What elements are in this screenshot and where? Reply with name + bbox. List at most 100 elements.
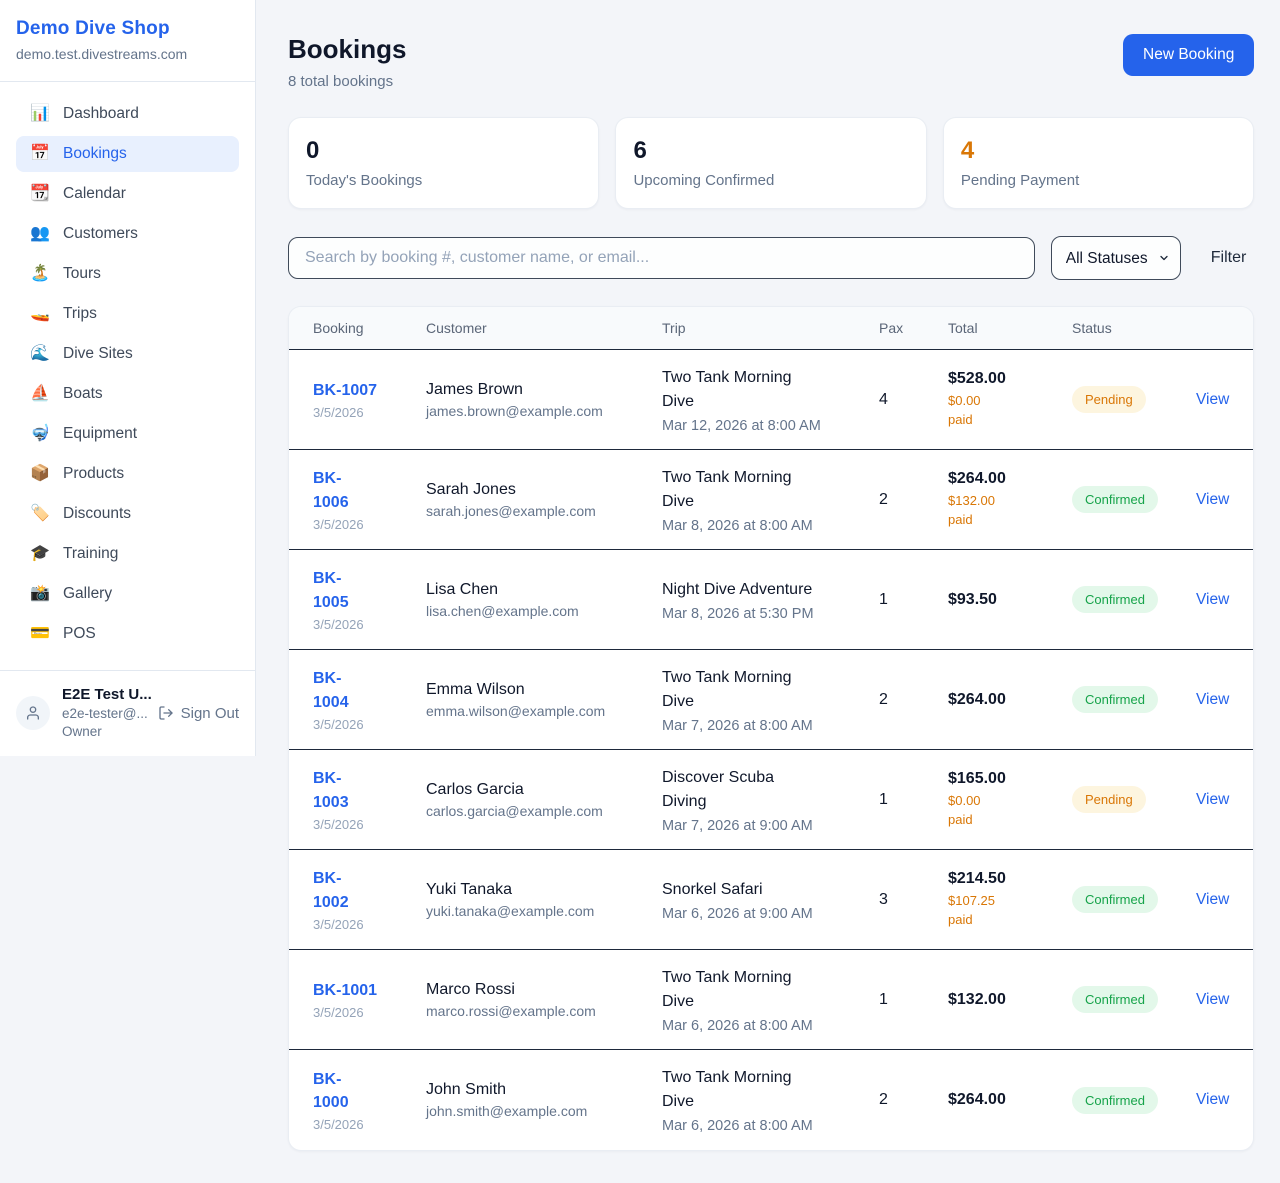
sidebar-header: Demo Dive Shop demo.test.divestreams.com bbox=[0, 0, 255, 82]
booking-id-link[interactable]: BK- 1004 bbox=[313, 667, 349, 713]
sidebar-item-calendar[interactable]: 📆 Calendar bbox=[16, 176, 239, 212]
view-link[interactable]: View bbox=[1196, 991, 1229, 1008]
booking-id-link[interactable]: BK-1001 bbox=[313, 979, 377, 1002]
app-domain: demo.test.divestreams.com bbox=[16, 46, 239, 62]
booking-id-link[interactable]: BK- 1000 bbox=[313, 1068, 349, 1114]
filter-button[interactable]: Filter bbox=[1197, 249, 1255, 267]
booking-id-link[interactable]: BK- 1003 bbox=[313, 767, 349, 813]
booking-date: 3/5/2026 bbox=[313, 617, 426, 632]
search-input[interactable] bbox=[288, 237, 1035, 279]
user-name: E2E Test U... bbox=[62, 685, 146, 705]
pax-count: 1 bbox=[879, 591, 948, 609]
view-link[interactable]: View bbox=[1196, 891, 1229, 908]
paid-amount: $132.00 paid bbox=[948, 492, 1008, 528]
sidebar-item-dashboard[interactable]: 📊 Dashboard bbox=[16, 96, 239, 132]
trip-name: Two Tank Morning Dive bbox=[662, 666, 879, 714]
booking-id-link[interactable]: BK- 1002 bbox=[313, 867, 349, 913]
trip-datetime: Mar 6, 2026 at 9:00 AM bbox=[662, 906, 879, 922]
sidebar-item-pos[interactable]: 💳 POS bbox=[16, 616, 239, 652]
customer-name: Lisa Chen bbox=[426, 581, 662, 599]
booking-date: 3/5/2026 bbox=[313, 1117, 426, 1132]
stat-value: 0 bbox=[306, 137, 581, 165]
table-body: BK-1007 3/5/2026 James Brown james.brown… bbox=[289, 350, 1253, 1150]
view-link[interactable]: View bbox=[1196, 491, 1229, 508]
bar-chart-icon: 📊 bbox=[30, 106, 50, 122]
customer-name: Marco Rossi bbox=[426, 981, 662, 999]
customer-name: John Smith bbox=[426, 1081, 662, 1099]
user-role: Owner bbox=[62, 723, 146, 741]
sidebar-item-boats[interactable]: ⛵ Boats bbox=[16, 376, 239, 412]
total-amount: $264.00 bbox=[948, 691, 1072, 709]
sidebar-item-products[interactable]: 📦 Products bbox=[16, 456, 239, 492]
app-title: Demo Dive Shop bbox=[16, 18, 239, 40]
sidebar-item-trips[interactable]: 🚤 Trips bbox=[16, 296, 239, 332]
sidebar-item-equipment[interactable]: 🤿 Equipment bbox=[16, 416, 239, 452]
booking-id-link[interactable]: BK- 1005 bbox=[313, 567, 349, 613]
sidebar-item-bookings[interactable]: 📅 Bookings bbox=[16, 136, 239, 172]
sailboat-icon: ⛵ bbox=[30, 386, 50, 402]
tear-off-calendar-icon: 📆 bbox=[30, 186, 50, 202]
customer-name: Carlos Garcia bbox=[426, 781, 662, 799]
table-row: BK- 1004 3/5/2026 Emma Wilson emma.wilso… bbox=[289, 650, 1253, 750]
page-header: Bookings 8 total bookings New Booking bbox=[288, 34, 1254, 90]
sign-out-button[interactable]: Sign Out bbox=[158, 705, 239, 722]
column-header-trip: Trip bbox=[662, 307, 879, 349]
table-row: BK- 1005 3/5/2026 Lisa Chen lisa.chen@ex… bbox=[289, 550, 1253, 650]
booking-date: 3/5/2026 bbox=[313, 917, 426, 932]
trip-name: Snorkel Safari bbox=[662, 878, 879, 902]
booking-id-link[interactable]: BK-1007 bbox=[313, 379, 377, 402]
trip-name: Two Tank Morning Dive bbox=[662, 466, 879, 514]
customer-name: Yuki Tanaka bbox=[426, 881, 662, 899]
customer-name: James Brown bbox=[426, 381, 662, 399]
sidebar-item-discounts[interactable]: 🏷️ Discounts bbox=[16, 496, 239, 532]
main-content: Bookings 8 total bookings New Booking 0 … bbox=[256, 0, 1280, 1183]
trip-name: Two Tank Morning Dive bbox=[662, 366, 879, 414]
view-link[interactable]: View bbox=[1196, 791, 1229, 808]
island-icon: 🏝️ bbox=[30, 266, 50, 282]
sign-out-label: Sign Out bbox=[181, 705, 239, 722]
table-row: BK-1001 3/5/2026 Marco Rossi marco.rossi… bbox=[289, 950, 1253, 1050]
package-icon: 📦 bbox=[30, 466, 50, 482]
total-amount: $165.00 bbox=[948, 770, 1072, 788]
column-header-total: Total bbox=[948, 307, 1072, 349]
status-filter-select[interactable]: All Statuses bbox=[1051, 236, 1181, 280]
sidebar-item-label: POS bbox=[63, 625, 96, 643]
status-badge: Pending bbox=[1072, 386, 1146, 413]
pax-count: 3 bbox=[879, 891, 948, 909]
user-icon bbox=[25, 705, 41, 721]
column-header-status: Status bbox=[1072, 307, 1196, 349]
pax-count: 2 bbox=[879, 691, 948, 709]
user-email: e2e-tester@... bbox=[62, 705, 146, 723]
stats-cards: 0 Today's Bookings 6 Upcoming Confirmed … bbox=[288, 117, 1254, 209]
view-link[interactable]: View bbox=[1196, 1091, 1229, 1108]
paid-amount: $0.00 paid bbox=[948, 792, 1008, 828]
calendar-icon: 📅 bbox=[30, 146, 50, 162]
paid-amount: $107.25 paid bbox=[948, 892, 1008, 928]
sidebar-item-label: Equipment bbox=[63, 425, 137, 443]
sidebar-nav: 📊 Dashboard 📅 Bookings 📆 Calendar 👥 Cust… bbox=[0, 82, 255, 670]
sidebar-item-customers[interactable]: 👥 Customers bbox=[16, 216, 239, 252]
status-badge: Confirmed bbox=[1072, 986, 1158, 1013]
sidebar-item-tours[interactable]: 🏝️ Tours bbox=[16, 256, 239, 292]
customer-email: marco.rossi@example.com bbox=[426, 1003, 662, 1019]
total-amount: $264.00 bbox=[948, 1091, 1072, 1109]
view-link[interactable]: View bbox=[1196, 691, 1229, 708]
sidebar-item-gallery[interactable]: 📸 Gallery bbox=[16, 576, 239, 612]
booking-date: 3/5/2026 bbox=[313, 517, 426, 532]
booking-id-link[interactable]: BK- 1006 bbox=[313, 467, 349, 513]
trip-datetime: Mar 8, 2026 at 5:30 PM bbox=[662, 606, 879, 622]
sidebar-item-dive-sites[interactable]: 🌊 Dive Sites bbox=[16, 336, 239, 372]
status-badge: Confirmed bbox=[1072, 686, 1158, 713]
pax-count: 1 bbox=[879, 791, 948, 809]
sidebar-item-training[interactable]: 🎓 Training bbox=[16, 536, 239, 572]
stat-card: 6 Upcoming Confirmed bbox=[615, 117, 926, 209]
customer-name: Emma Wilson bbox=[426, 681, 662, 699]
sidebar-item-label: Bookings bbox=[63, 145, 127, 163]
view-link[interactable]: View bbox=[1196, 391, 1229, 408]
table-row: BK- 1000 3/5/2026 John Smith john.smith@… bbox=[289, 1050, 1253, 1150]
customer-email: lisa.chen@example.com bbox=[426, 603, 662, 619]
new-booking-button[interactable]: New Booking bbox=[1123, 34, 1254, 76]
view-link[interactable]: View bbox=[1196, 591, 1229, 608]
stat-card: 0 Today's Bookings bbox=[288, 117, 599, 209]
sidebar: Demo Dive Shop demo.test.divestreams.com… bbox=[0, 0, 256, 756]
